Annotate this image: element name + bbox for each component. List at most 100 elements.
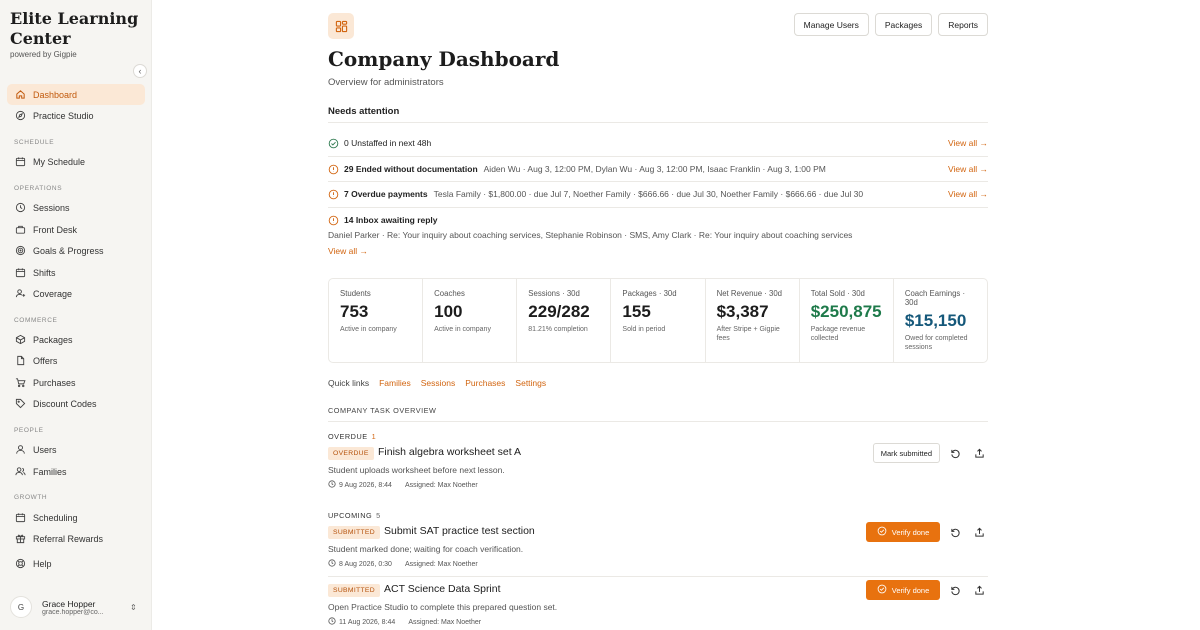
collapse-sidebar-button[interactable]: ‹ — [133, 64, 147, 78]
sidebar-item-practice-studio[interactable]: Practice Studio — [7, 105, 145, 126]
stat-sub: 81.21% completion — [528, 326, 588, 333]
desk-icon — [14, 224, 26, 236]
sidebar-item-users[interactable]: Users — [7, 439, 145, 460]
home-icon — [14, 89, 26, 101]
sidebar-item-label: Dashboard — [33, 89, 78, 100]
sidebar-item-label: Offers — [33, 355, 58, 366]
sidebar-item-my-schedule[interactable]: My Schedule — [7, 151, 145, 172]
calendar-icon — [14, 267, 26, 279]
status-badge: SUBMITTED — [328, 526, 380, 539]
sidebar-item-dashboard[interactable]: Dashboard — [7, 84, 145, 105]
sidebar-item-coverage[interactable]: Coverage — [7, 283, 145, 304]
alert-circle-icon — [328, 189, 339, 200]
sidebar-item-label: Practice Studio — [33, 110, 94, 121]
target-icon — [14, 245, 26, 257]
nav-section-growth: GROWTH — [14, 494, 48, 501]
sidebar-item-families[interactable]: Families — [7, 461, 145, 482]
sidebar-item-label: Discount Codes — [33, 398, 97, 409]
sidebar-item-label: Goals & Progress — [33, 245, 104, 256]
user-email: grace.hopper@co... — [42, 608, 104, 616]
task-item: SUBMITTED Submit SAT practice test secti… — [328, 522, 988, 576]
reports-button[interactable]: Reports — [938, 13, 988, 36]
clock-icon — [328, 559, 336, 569]
stat-sub: Owed for completed sessions — [904, 335, 968, 351]
attention-row-unstaffed: 0 Unstaffed in next 48h View all → — [328, 135, 988, 151]
share-icon[interactable] — [970, 581, 988, 599]
sidebar-item-discount-codes[interactable]: Discount Codes — [7, 393, 145, 414]
quick-link-purchases[interactable]: Purchases — [465, 378, 505, 388]
task-description: Open Practice Studio to complete this pr… — [328, 602, 558, 612]
dashboard-grid-icon — [328, 13, 354, 39]
quick-link-families[interactable]: Families — [379, 378, 411, 388]
verify-done-label: Verify done — [891, 585, 930, 595]
user-swap-icon — [14, 288, 26, 300]
stat-label: Coach Earnings · 30d — [904, 289, 966, 307]
view-all-link[interactable]: View all → — [948, 164, 988, 174]
nav-section-schedule: SCHEDULE — [14, 139, 55, 146]
calendar-icon — [14, 512, 26, 524]
sidebar-item-scheduling[interactable]: Scheduling — [7, 507, 145, 528]
sidebar-item-offers[interactable]: Offers — [7, 350, 145, 371]
chevron-left-icon: ‹ — [138, 66, 142, 76]
sidebar-item-label: Purchases — [33, 377, 76, 388]
compass-icon — [14, 110, 26, 122]
alert-circle-icon — [328, 164, 339, 175]
view-all-link[interactable]: View all → — [328, 246, 368, 256]
sidebar-item-goals-progress[interactable]: Goals & Progress — [7, 240, 145, 261]
attention-detail: Tesla Family · $1,800.00 · due Jul 7, No… — [433, 189, 864, 199]
help-icon — [14, 558, 26, 570]
avatar: G — [10, 596, 32, 618]
verify-done-button[interactable]: Verify done — [866, 580, 940, 600]
stat-card: Net Revenue · 30d $3,387 After Stripe + … — [706, 279, 800, 362]
task-actions: Verify done — [866, 522, 988, 542]
view-all-link[interactable]: View all → — [948, 138, 988, 148]
refresh-icon[interactable] — [946, 523, 964, 541]
task-meta: 11 Aug 2026, 8:44 Assigned: Max Noether — [328, 617, 481, 627]
manage-users-button[interactable]: Manage Users — [793, 13, 869, 36]
status-badge: OVERDUE — [328, 447, 374, 460]
sidebar-item-front-desk[interactable]: Front Desk — [7, 219, 145, 240]
sidebar-item-shifts[interactable]: Shifts — [7, 262, 145, 283]
stat-value: 100 — [434, 302, 463, 321]
user-menu[interactable]: G Grace Hopper grace.hopper@co... ⇕ — [10, 594, 145, 620]
sidebar-item-referral-rewards[interactable]: Referral Rewards — [7, 528, 145, 549]
refresh-icon[interactable] — [946, 444, 964, 462]
attention-label: 7 Overdue payments — [344, 189, 428, 199]
mark-submitted-button[interactable]: Mark submitted — [872, 443, 940, 463]
task-group-count: 5 — [376, 511, 381, 520]
view-all-link[interactable]: View all → — [948, 189, 988, 199]
sidebar-item-sessions[interactable]: Sessions — [7, 197, 145, 218]
stat-card: Total Sold · 30d $250,875 Package revenu… — [800, 279, 894, 362]
packages-button[interactable]: Packages — [874, 13, 933, 36]
task-group-overdue: OVERDUE 1 — [328, 432, 376, 441]
divider — [328, 207, 988, 208]
task-title: Submit SAT practice test section — [384, 525, 535, 537]
task-item: OVERDUE Finish algebra worksheet set A S… — [328, 443, 988, 497]
brand-subtitle: powered by Gigpie — [10, 50, 77, 59]
verify-done-button[interactable]: Verify done — [866, 522, 940, 542]
quick-link-settings[interactable]: Settings — [515, 378, 546, 388]
document-icon — [14, 355, 26, 367]
clock-icon — [328, 480, 336, 490]
refresh-icon[interactable] — [946, 581, 964, 599]
task-date: 11 Aug 2026, 8:44 — [339, 618, 396, 626]
divider — [328, 156, 988, 157]
share-icon[interactable] — [970, 444, 988, 462]
sidebar-item-purchases[interactable]: Purchases — [7, 372, 145, 393]
sidebar-item-label: Front Desk — [33, 224, 78, 235]
check-circle-icon — [877, 584, 887, 596]
stat-value: 753 — [340, 302, 369, 321]
stat-sub: After Stripe + Gigpie fees — [716, 326, 780, 342]
task-group-name: OVERDUE — [328, 432, 368, 441]
stat-sub: Package revenue collected — [810, 326, 866, 342]
share-icon[interactable] — [970, 523, 988, 541]
task-assigned: Assigned: Max Noether — [404, 560, 478, 568]
alert-circle-icon — [328, 215, 339, 226]
sidebar-item-packages[interactable]: Packages — [7, 329, 145, 350]
quick-link-sessions[interactable]: Sessions — [421, 378, 456, 388]
divider — [328, 421, 988, 422]
stat-value: 155 — [622, 302, 651, 321]
sidebar-item-help[interactable]: Help — [7, 553, 145, 574]
task-actions: Mark submitted — [872, 443, 988, 463]
check-circle-icon — [877, 526, 887, 538]
